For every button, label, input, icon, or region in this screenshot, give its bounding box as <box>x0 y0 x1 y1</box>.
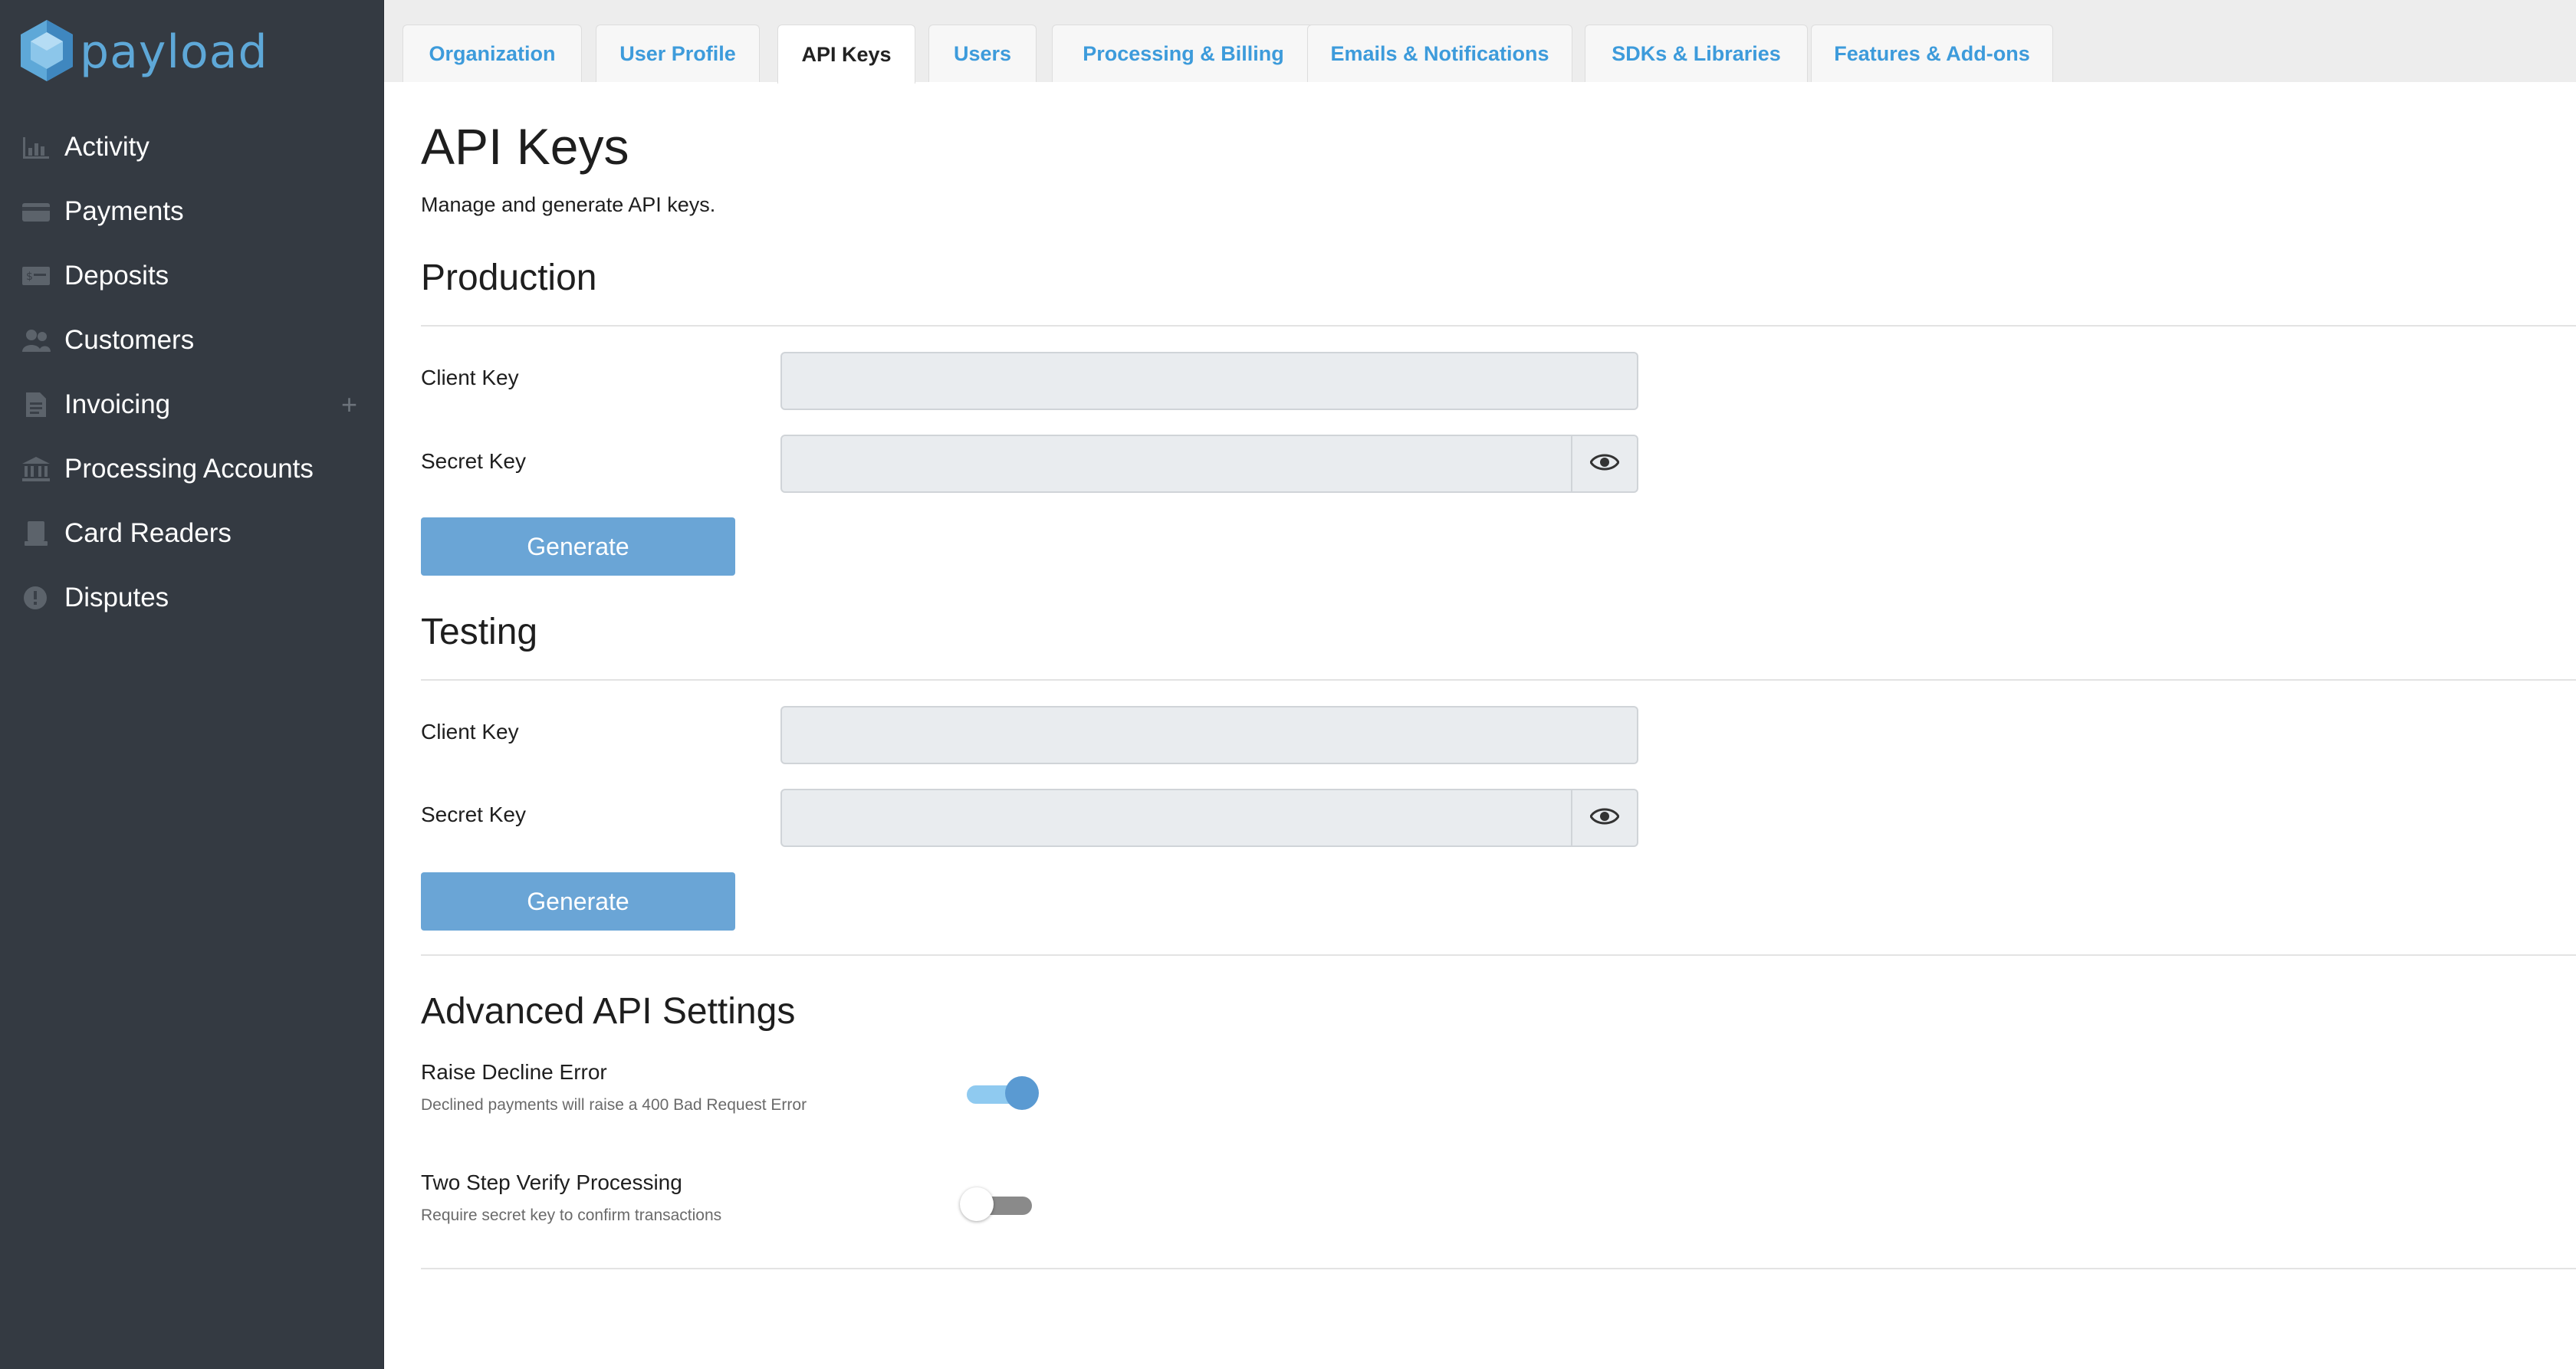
add-invoice-icon[interactable]: + <box>341 389 357 420</box>
sidebar-item-label: Disputes <box>64 583 169 612</box>
page-subtitle: Manage and generate API keys. <box>421 193 716 216</box>
divider <box>421 1268 2576 1269</box>
sidebar-item-label: Processing Accounts <box>64 454 314 484</box>
page-title: API Keys <box>421 118 629 175</box>
sidebar-item-activity[interactable]: Activity <box>0 115 383 179</box>
two-step-verify-toggle[interactable] <box>960 1186 1040 1224</box>
advanced-settings-heading: Advanced API Settings <box>421 991 796 1032</box>
testing-show-secret-button[interactable] <box>1571 789 1638 847</box>
tab-organization[interactable]: Organization <box>402 25 582 82</box>
sidebar-item-deposits[interactable]: $ Deposits <box>0 244 383 308</box>
divider <box>421 954 2576 956</box>
alert-circle-icon <box>21 585 54 611</box>
card-reader-icon <box>21 520 54 547</box>
sidebar-item-label: Card Readers <box>64 518 232 548</box>
production-heading: Production <box>421 258 597 298</box>
sidebar-item-card-readers[interactable]: Card Readers <box>0 501 383 566</box>
bank-icon <box>21 456 54 482</box>
cash-icon: $ <box>21 263 54 289</box>
production-secret-key-field[interactable] <box>780 435 1572 493</box>
production-secret-key-label: Secret Key <box>421 449 526 473</box>
sidebar-item-label: Invoicing <box>64 389 171 419</box>
sidebar-item-label: Customers <box>64 325 195 355</box>
tab-user-profile[interactable]: User Profile <box>596 25 760 82</box>
settings-tabs: Organization User Profile API Keys Users… <box>384 0 2576 84</box>
bar-chart-icon <box>21 134 54 160</box>
testing-secret-key-label: Secret Key <box>421 803 526 826</box>
sidebar-item-disputes[interactable]: Disputes <box>0 566 383 630</box>
tab-features-addons[interactable]: Features & Add-ons <box>1811 25 2053 82</box>
divider <box>421 679 2576 681</box>
sidebar-item-customers[interactable]: Customers <box>0 308 383 373</box>
tab-api-keys[interactable]: API Keys <box>777 25 915 84</box>
tab-sdks-libraries[interactable]: SDKs & Libraries <box>1585 25 1808 82</box>
production-client-key-label: Client Key <box>421 366 519 389</box>
sidebar-item-invoicing[interactable]: Invoicing + <box>0 373 383 437</box>
sidebar-nav: Activity Payments $ Deposits Customers I… <box>0 115 383 630</box>
tab-users[interactable]: Users <box>928 25 1037 82</box>
credit-card-icon <box>21 199 54 225</box>
payload-logo-icon <box>18 18 75 87</box>
payload-logo-text: payload <box>80 25 268 79</box>
divider <box>421 325 2576 327</box>
two-step-verify-description: Require secret key to confirm transactio… <box>421 1206 722 1224</box>
raise-decline-error-toggle[interactable] <box>967 1075 1043 1113</box>
toggle-knob <box>960 1187 994 1221</box>
testing-heading: Testing <box>421 612 538 652</box>
testing-generate-button[interactable]: Generate <box>421 872 735 931</box>
tab-emails-notifications[interactable]: Emails & Notifications <box>1307 25 1572 82</box>
eye-icon <box>1589 452 1620 476</box>
document-icon <box>21 392 54 418</box>
sidebar-item-processing-accounts[interactable]: Processing Accounts <box>0 437 383 501</box>
toggle-knob <box>1005 1076 1039 1110</box>
raise-decline-error-description: Declined payments will raise a 400 Bad R… <box>421 1096 807 1114</box>
testing-secret-key-field[interactable] <box>780 789 1572 847</box>
production-generate-button[interactable]: Generate <box>421 517 735 576</box>
production-show-secret-button[interactable] <box>1571 435 1638 493</box>
users-icon <box>21 327 54 353</box>
testing-client-key-field[interactable] <box>780 706 1638 764</box>
sidebar-item-payments[interactable]: Payments <box>0 179 383 244</box>
sidebar-item-label: Activity <box>64 132 150 162</box>
production-client-key-field[interactable] <box>780 352 1638 410</box>
payload-logo[interactable]: payload <box>18 18 268 87</box>
sidebar: payload Activity Payments $ Deposits Cus… <box>0 0 384 1369</box>
sidebar-item-label: Payments <box>64 196 184 226</box>
two-step-verify-title: Two Step Verify Processing <box>421 1170 682 1194</box>
tab-processing-billing[interactable]: Processing & Billing <box>1052 25 1315 82</box>
testing-client-key-label: Client Key <box>421 720 519 744</box>
raise-decline-error-title: Raise Decline Error <box>421 1060 607 1084</box>
sidebar-item-label: Deposits <box>64 261 169 291</box>
svg-text:$: $ <box>26 271 33 283</box>
eye-icon <box>1589 806 1620 830</box>
